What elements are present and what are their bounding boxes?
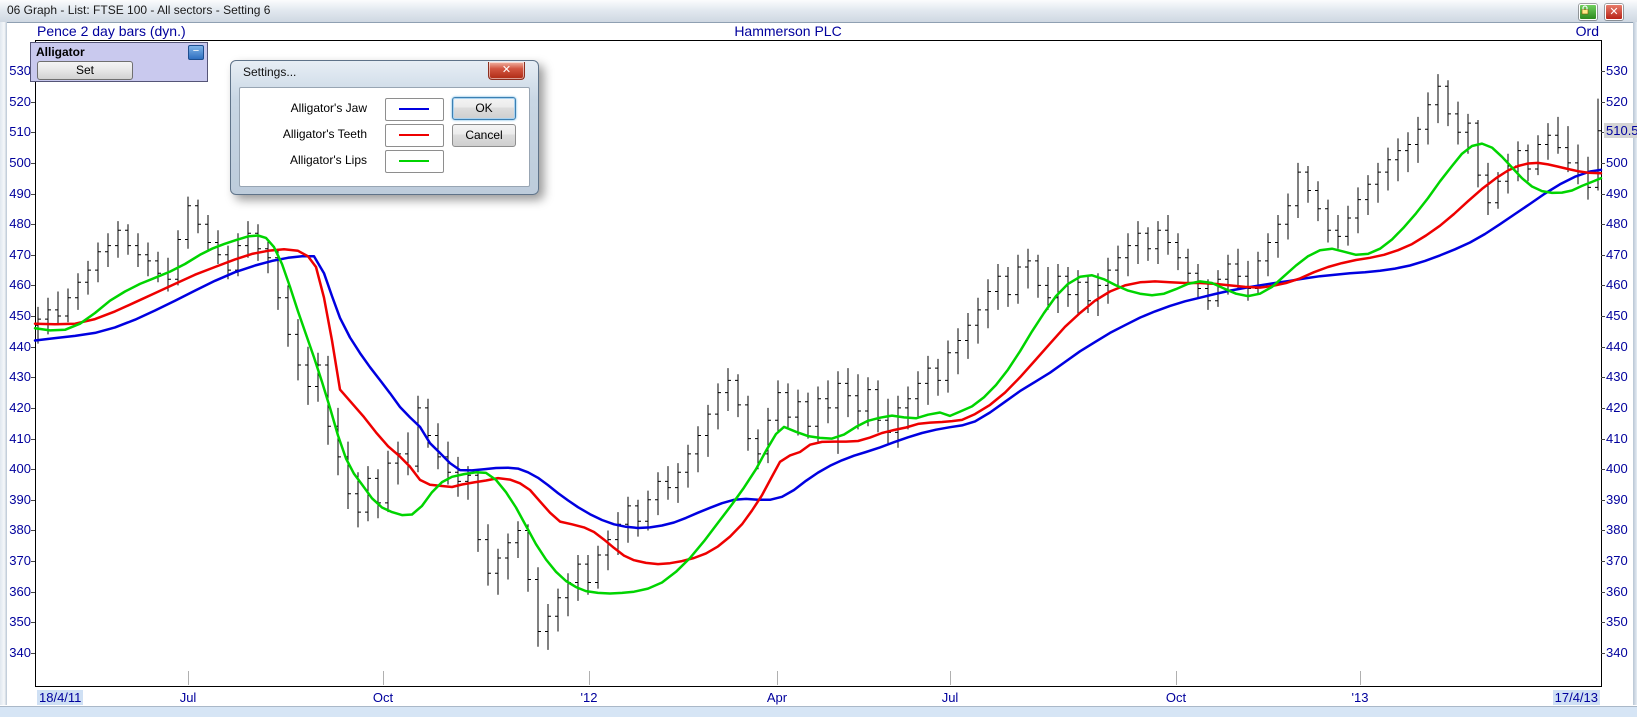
right-axis-label: 390 — [1606, 491, 1628, 507]
right-axis-label: 450 — [1606, 308, 1628, 324]
left-axis-label: 370 — [9, 553, 31, 569]
left-axis-label: 410 — [9, 430, 31, 446]
left-axis-label: 420 — [9, 399, 31, 415]
last-price-label: 510.5 — [1604, 122, 1637, 138]
minus-icon: − — [192, 45, 200, 57]
dialog-body: Alligator's Jaw Alligator's Teeth Alliga… — [239, 87, 530, 187]
ok-button[interactable]: OK — [452, 97, 516, 120]
right-axis-label: 340 — [1606, 644, 1628, 660]
dialog-close-button[interactable]: ✕ — [488, 62, 525, 80]
alligator-panel-title: Alligator — [36, 45, 85, 59]
date-axis-label: 17/4/13 — [1552, 690, 1600, 705]
teeth-color-button[interactable] — [385, 124, 444, 147]
alligator-panel[interactable]: Alligator − Set — [30, 42, 208, 82]
date-axis-label: Jul — [179, 690, 197, 705]
right-axis-label: 480 — [1606, 216, 1628, 232]
date-axis-label: Oct — [1165, 690, 1187, 705]
jaw-line-swatch — [399, 108, 429, 110]
teeth-label: Alligator's Teeth — [282, 127, 367, 141]
jaw-color-button[interactable] — [385, 98, 444, 121]
date-axis-label: '12 — [580, 690, 598, 705]
left-axis-label: 520 — [9, 93, 31, 109]
left-axis-label: 480 — [9, 216, 31, 232]
right-axis-label: 500 — [1606, 154, 1628, 170]
left-axis-label: 510 — [9, 124, 31, 140]
left-axis-label: 530 — [9, 63, 31, 78]
teeth-line-swatch — [399, 134, 429, 136]
settings-dialog[interactable]: Settings... ✕ Alligator's Jaw Alligator'… — [230, 60, 539, 195]
left-axis-label: 390 — [9, 491, 31, 507]
right-axis-label: 490 — [1606, 185, 1628, 201]
set-button[interactable]: Set — [37, 61, 133, 80]
left-axis-label: 490 — [9, 185, 31, 201]
right-axis-label: 440 — [1606, 338, 1628, 354]
left-axis-label: 500 — [9, 154, 31, 170]
lips-line-swatch — [399, 160, 429, 162]
dialog-title: Settings... — [243, 65, 297, 79]
right-axis-label: 420 — [1606, 399, 1628, 415]
right-axis-label: 430 — [1606, 369, 1628, 385]
left-axis-label: 460 — [9, 277, 31, 293]
cancel-button[interactable]: Cancel — [452, 124, 516, 147]
right-axis-label: 400 — [1606, 461, 1628, 477]
date-axis-label: '13 — [1351, 690, 1369, 705]
right-axis-label: 360 — [1606, 583, 1628, 599]
date-axis-label: 18/4/11 — [37, 690, 84, 705]
right-axis-label: 470 — [1606, 246, 1628, 262]
right-axis-label: 370 — [1606, 553, 1628, 569]
right-axis-label: 380 — [1606, 522, 1628, 538]
left-axis-label: 400 — [9, 461, 31, 477]
left-axis-label: 360 — [9, 583, 31, 599]
line-alligator-s-jaw — [33, 168, 1603, 530]
left-axis-label: 450 — [9, 308, 31, 324]
close-icon: ✕ — [501, 64, 512, 76]
right-axis-label: 460 — [1606, 277, 1628, 293]
lips-label: Alligator's Lips — [290, 153, 367, 167]
date-axis-label: Apr — [766, 690, 788, 705]
lips-color-button[interactable] — [385, 150, 444, 173]
line-alligator-s-teeth — [33, 161, 1603, 566]
line-alligator-s-lips — [33, 142, 1603, 595]
right-axis-label: 520 — [1606, 93, 1628, 109]
left-axis-label: 470 — [9, 246, 31, 262]
right-axis-label: 530 — [1606, 63, 1628, 78]
left-axis-label: 340 — [9, 644, 31, 660]
jaw-label: Alligator's Jaw — [290, 101, 367, 115]
left-axis-label: 380 — [9, 522, 31, 538]
left-axis-label: 430 — [9, 369, 31, 385]
date-axis-label: Oct — [372, 690, 394, 705]
panel-minimize-button[interactable]: − — [188, 45, 204, 60]
right-axis-label: 410 — [1606, 430, 1628, 446]
left-axis-label: 440 — [9, 338, 31, 354]
left-axis-label: 350 — [9, 614, 31, 630]
right-axis-label: 350 — [1606, 614, 1628, 630]
date-axis-label: Jul — [941, 690, 959, 705]
